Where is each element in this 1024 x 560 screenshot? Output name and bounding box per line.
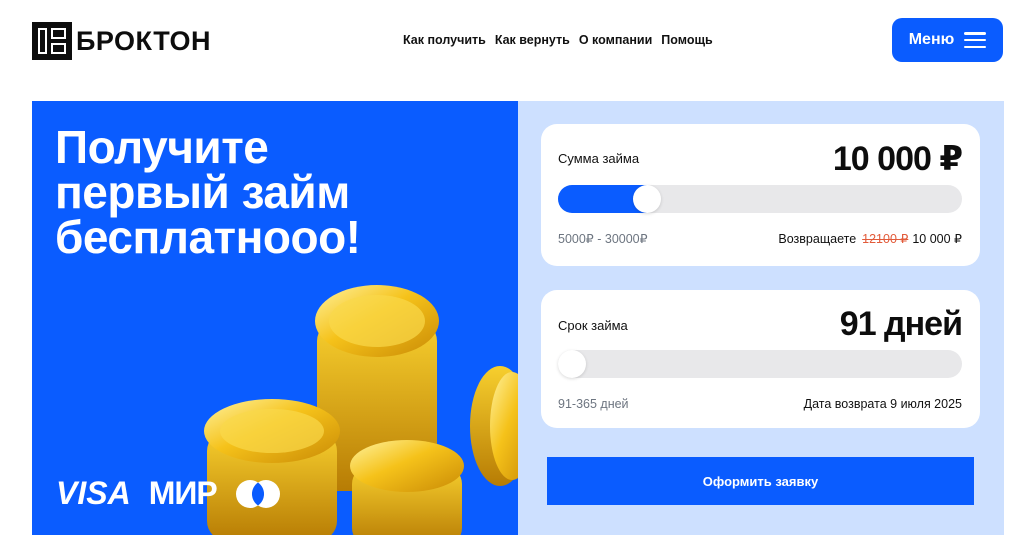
- hero-banner: Получите первый займ бесплатнооо! VISA М…: [32, 101, 518, 535]
- loan-term-range: 91-365 дней: [558, 397, 629, 411]
- loan-amount-range: 5000₽ - 30000₽: [558, 232, 648, 246]
- main-nav: Как получить Как вернуть О компании Помо…: [403, 33, 713, 47]
- header: БРОКТОН Как получить Как вернуть О компа…: [0, 0, 1024, 80]
- return-date: Дата возврата 9 июля 2025: [804, 397, 962, 411]
- loan-term-slider[interactable]: [558, 350, 962, 378]
- loan-term-label: Срок займа: [558, 318, 628, 333]
- mastercard-icon: [235, 479, 280, 508]
- hero-title: Получите первый займ бесплатнооо!: [55, 121, 515, 263]
- nav-about[interactable]: О компании: [579, 33, 652, 47]
- hero-title-line-2: первый займ: [55, 166, 350, 218]
- menu-button[interactable]: Меню: [892, 18, 1003, 62]
- payment-systems: VISA МИР: [56, 475, 281, 512]
- loan-term-value: 91 дней: [839, 305, 963, 343]
- return-date-label: Дата возврата: [803, 397, 887, 411]
- loan-amount-value: 10 000 ₽: [832, 140, 963, 178]
- visa-logo: VISA: [56, 475, 131, 511]
- loan-calculator: Сумма займа 10 000 ₽ 5000₽ - 30000₽ Возв…: [518, 101, 1004, 535]
- nav-help[interactable]: Помощь: [661, 33, 712, 47]
- brand-logo-icon: [32, 22, 72, 60]
- return-amount-label: Возвращаете: [778, 232, 857, 246]
- nav-how-to-get[interactable]: Как получить: [403, 33, 486, 47]
- return-old-amount: 12100 ₽: [862, 232, 909, 246]
- loan-amount-card: Сумма займа 10 000 ₽ 5000₽ - 30000₽ Возв…: [541, 124, 980, 266]
- submit-application-button[interactable]: Оформить заявку: [547, 457, 974, 505]
- brand-name: БРОКТОН: [76, 25, 212, 56]
- submit-application-label: Оформить заявку: [702, 473, 819, 489]
- hero-title-line-3: бесплатнооо!: [55, 211, 361, 263]
- nav-how-to-return[interactable]: Как вернуть: [495, 33, 570, 47]
- loan-term-card: Срок займа 91 дней 91-365 дней Дата возв…: [541, 290, 980, 428]
- brand-logo[interactable]: БРОКТОН: [32, 22, 211, 60]
- return-amount: Возвращаете 12100 ₽10 000 ₽: [778, 231, 962, 246]
- return-new-amount: 10 000 ₽: [912, 232, 962, 246]
- loan-amount-label: Сумма займа: [558, 151, 640, 166]
- hamburger-icon: [964, 32, 987, 48]
- menu-button-label: Меню: [908, 31, 955, 48]
- loan-term-slider-handle[interactable]: [558, 350, 586, 378]
- loan-amount-slider[interactable]: [558, 185, 962, 213]
- loan-amount-slider-handle[interactable]: [633, 185, 661, 213]
- mir-logo: МИР: [148, 475, 218, 511]
- return-date-value: 9 июля 2025: [890, 397, 962, 411]
- hero-title-line-1: Получите: [55, 121, 269, 173]
